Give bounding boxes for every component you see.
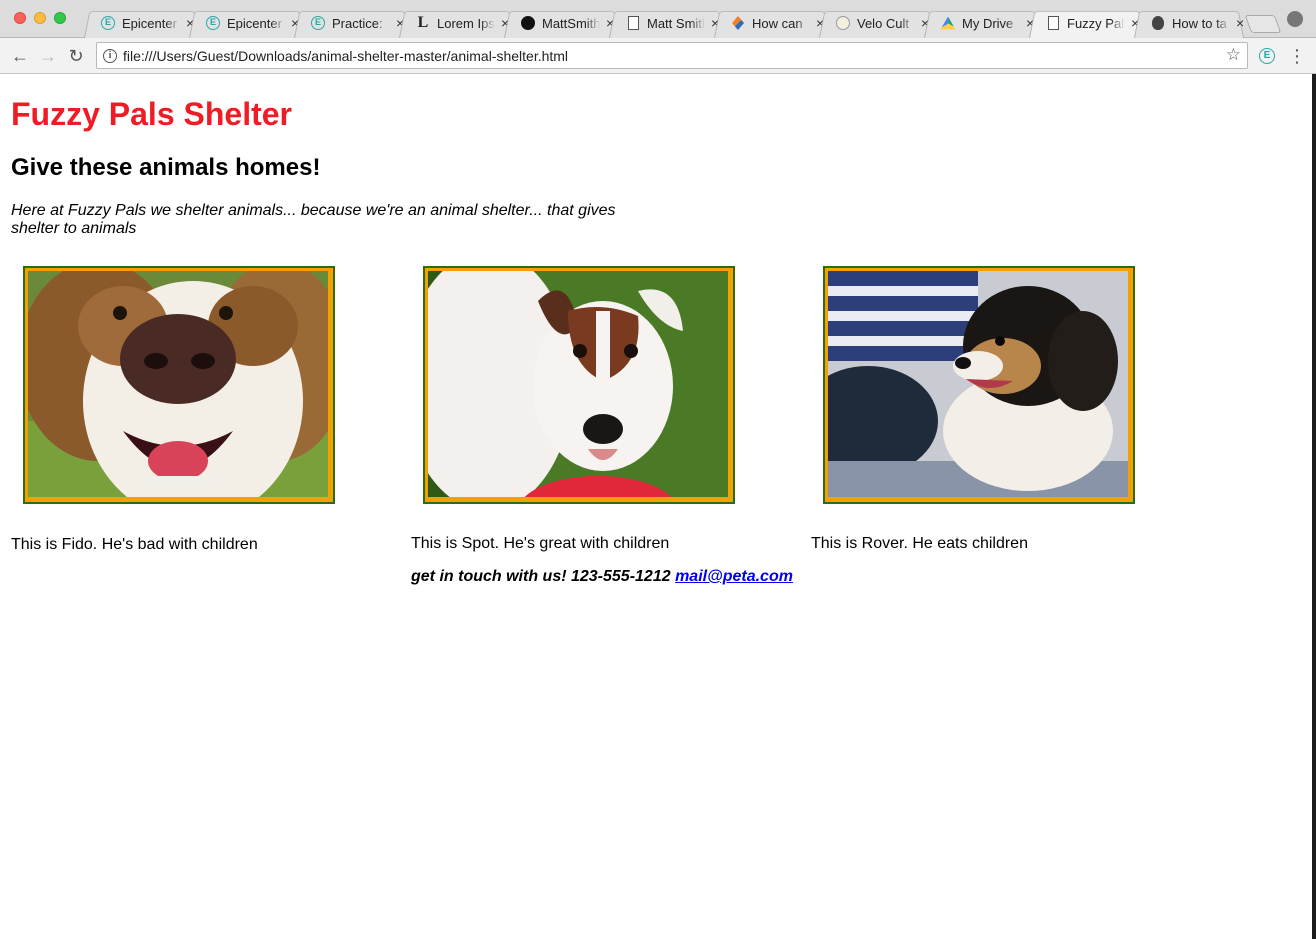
tab-title: Lorem Ipsum — [437, 15, 495, 31]
contact-text: get in touch with us! 123-555-1212 — [411, 568, 671, 585]
tab-strip: E Epicenter × E Epicenter × E Practice: … — [0, 0, 1316, 38]
profile-icon[interactable] — [1287, 11, 1303, 27]
rover-image — [828, 271, 1130, 499]
epicenter-icon: E — [205, 15, 221, 31]
tab-title: Practice: — [332, 15, 383, 31]
page-subtitle: Give these animals homes! — [11, 154, 321, 181]
github-icon — [520, 15, 536, 31]
tab-title: Matt Smith — [647, 15, 705, 31]
pet-photo-fido — [23, 266, 335, 504]
pet-caption-fido: This is Fido. He's bad with children — [11, 536, 258, 553]
tab-title: MattSmith — [542, 15, 600, 31]
apple-icon — [1150, 15, 1166, 31]
tab-how-to[interactable]: How to ta × — [1134, 8, 1244, 38]
tab-stackoverflow[interactable]: How can × — [714, 8, 830, 38]
google-drive-icon — [940, 15, 956, 31]
page-title: Fuzzy Pals Shelter — [11, 96, 292, 132]
reload-button[interactable]: ↻ — [64, 44, 88, 68]
tab-title: Epicenter — [122, 15, 177, 31]
close-window-button[interactable] — [14, 12, 26, 24]
tab-title: How to ta — [1172, 15, 1227, 31]
new-tab-button[interactable] — [1244, 15, 1282, 33]
bookmark-star-icon[interactable]: ☆ — [1226, 45, 1241, 65]
url-text[interactable]: file:///Users/Guest/Downloads/animal-she… — [123, 48, 568, 64]
document-icon — [1045, 15, 1061, 31]
tab-practice[interactable]: E Practice: × — [294, 8, 410, 38]
tab-title: How can — [752, 15, 803, 31]
address-bar[interactable]: i file:///Users/Guest/Downloads/animal-s… — [96, 42, 1248, 69]
velo-cult-icon — [835, 15, 851, 31]
tab-title: Velo Cult — [857, 15, 910, 31]
document-icon — [625, 15, 641, 31]
tab-epicenter-2[interactable]: E Epicenter × — [189, 8, 305, 38]
window-edge — [1312, 74, 1316, 939]
contact-line: get in touch with us! 123-555-1212 mail@… — [411, 568, 793, 586]
back-button[interactable]: ← — [8, 44, 32, 68]
maximize-window-button[interactable] — [54, 12, 66, 24]
minimize-window-button[interactable] — [34, 12, 46, 24]
tab-fuzzy-pals[interactable]: Fuzzy Pals × — [1029, 8, 1145, 38]
tab-title: Epicenter — [227, 15, 282, 31]
intro-paragraph: Here at Fuzzy Pals we shelter animals...… — [11, 202, 616, 237]
tab-epicenter-1[interactable]: E Epicenter × — [84, 8, 200, 38]
pet-caption-rover: This is Rover. He eats children — [811, 535, 1028, 552]
forward-button[interactable]: → — [36, 44, 60, 68]
tab-title: My Drive — [962, 15, 1014, 31]
fido-image — [28, 271, 330, 499]
browser-chrome: E Epicenter × E Epicenter × E Practice: … — [0, 0, 1316, 74]
epicenter-icon: E — [310, 15, 326, 31]
tab-title: Fuzzy Pals — [1067, 15, 1125, 31]
pet-photo-spot — [423, 266, 735, 504]
extension-icon[interactable]: E — [1259, 48, 1275, 64]
page-viewport: Fuzzy Pals Shelter Give these animals ho… — [0, 74, 1312, 939]
tab-github[interactable]: MattSmith × — [504, 8, 620, 38]
close-icon[interactable]: × — [1236, 15, 1244, 31]
menu-icon[interactable]: ⋮ — [1288, 44, 1306, 68]
tab-my-drive[interactable]: My Drive × — [924, 8, 1040, 38]
tab-lorem-ipsum[interactable]: L Lorem Ipsum × — [399, 8, 515, 38]
info-icon[interactable]: i — [103, 49, 117, 63]
tab-matt-smith[interactable]: Matt Smith × — [609, 8, 725, 38]
email-link[interactable]: mail@peta.com — [675, 568, 793, 585]
pet-caption-spot: This is Spot. He's great with children — [411, 535, 670, 552]
stackoverflow-icon — [730, 15, 746, 31]
epicenter-icon: E — [100, 15, 116, 31]
lorem-ipsum-icon: L — [417, 14, 429, 31]
browser-toolbar: ← → ↻ i file:///Users/Guest/Downloads/an… — [0, 38, 1316, 74]
pet-photo-rover — [823, 266, 1135, 504]
tab-velo-cult[interactable]: Velo Cult × — [819, 8, 935, 38]
spot-image — [428, 271, 730, 499]
